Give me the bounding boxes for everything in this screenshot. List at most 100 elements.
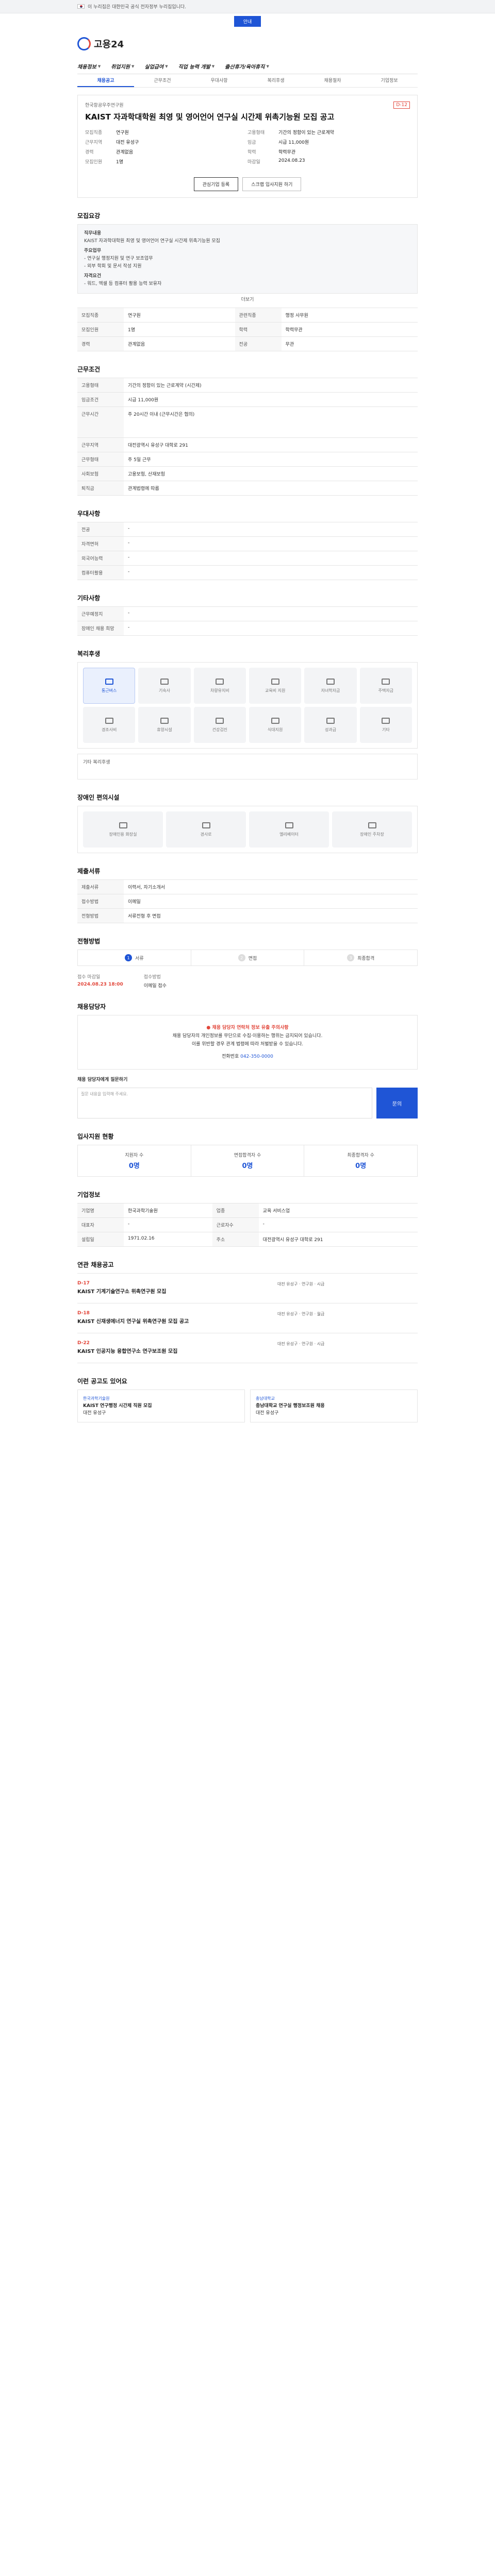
disability-item: 장애인 주차장 (332, 811, 412, 848)
section-title-recruit: 모집요강 (77, 212, 101, 219)
welfare-item: 휴양시설 (138, 707, 191, 743)
facility-icon (160, 678, 169, 685)
facility-icon (105, 678, 113, 685)
recruit-table: 모집직종 연구원 관련직종 행정 사무원 모집인원 1명 학력 학력무관 경력 관계없음 전공 무… (77, 308, 418, 351)
facility-icon (326, 717, 335, 724)
facility-icon (326, 678, 335, 685)
disability-item: 장애인용 화장실 (83, 811, 163, 848)
list-item[interactable]: D-17 KAIST 기계기술연구소 위촉연구원 모집 대전 유성구 · 연구원 … (77, 1273, 418, 1303)
welfare-item: 기숙사 (138, 668, 191, 704)
facility-icon (271, 717, 279, 724)
gnb-item-support[interactable]: 취업지원 ▼ (111, 62, 134, 71)
recruit-description: 직무내용 KAIST 자과학대학원 최영 및 영어언어 연구실 시간제 위촉기능… (77, 224, 418, 294)
job-summary-card: 한국항공우주연구원 D-12 KAIST 자과학대학원 최영 및 영어언어 연구… (77, 95, 418, 198)
welfare-item: 주택자금 (359, 668, 412, 704)
tab-recruit[interactable]: 채용공고 (77, 74, 134, 87)
deadline-info: 접수 마감일 2024.08.23 18:00 접수방법 이메일 접수 (77, 975, 167, 989)
section-title-other: 기타사항 (77, 595, 101, 602)
related-list: D-17 KAIST 기계기술연구소 위촉연구원 모집 대전 유성구 · 연구원 … (77, 1273, 418, 1363)
welfare-item: 건강검진 (193, 707, 246, 743)
tab-welfare[interactable]: 복리후생 (248, 74, 304, 87)
dday-badge: D-12 (393, 101, 410, 109)
process-steps: 1 서류 2 면접 3 최종합격 (77, 950, 418, 966)
facility-icon (216, 717, 224, 724)
facility-icon (271, 678, 279, 685)
welfare-grid: 통근버스 기숙사 차량유지비 교육비 지원 자녀학자금 주택자금경조사비 휴양시설 건강검진 식… (77, 662, 418, 749)
conditions-table: 고용형태 기간의 정함이 있는 근로계약 (시간제) 임금조건 시급 11,000원… (77, 378, 418, 496)
welfare-item: 성과급 (304, 707, 357, 743)
more-button[interactable]: 더보기 (77, 296, 418, 302)
recommend-card[interactable]: 충남대학교 충남대학교 연구실 행정보조원 채용 대전 유성구 (250, 1389, 418, 1422)
welfare-item: 통근버스 (83, 668, 136, 704)
gnb-item-training[interactable]: 직업 능력 개발 ▼ (178, 62, 215, 71)
welfare-item: 교육비 지원 (249, 668, 302, 704)
gnb-item-jobs[interactable]: 채용정보 ▼ (77, 62, 101, 71)
chevron-down-icon: ▼ (165, 64, 168, 69)
section-title-preferences: 우대사항 (77, 510, 101, 517)
section-title-related: 연관 채용공고 (77, 1261, 114, 1268)
welfare-item: 식대지원 (249, 707, 302, 743)
section-title-conditions: 근무조건 (77, 366, 101, 373)
welfare-item: 자녀학자금 (304, 668, 357, 704)
step-final: 3 최종합격 (304, 950, 417, 965)
deadline-value: 2024.08.23 18:00 (77, 982, 123, 987)
company-name[interactable]: 한국항공우주연구원 (85, 101, 410, 108)
logo-text: 고용24 (94, 39, 124, 50)
tab-preferences[interactable]: 우대사항 (191, 74, 248, 87)
scrap-apply-button[interactable]: 스크랩 입사지원 하기 (242, 177, 302, 191)
site-header: 고용24 채용정보 ▼ 취업지원 ▼ 실업급여 ▼ 직업 능력 개발 ▼ 출산휴가/육아… (0, 29, 495, 74)
chevron-down-icon: ▼ (266, 64, 269, 69)
logo[interactable]: 고용24 (77, 29, 418, 59)
tab-company[interactable]: 기업정보 (361, 74, 418, 87)
tab-conditions[interactable]: 근무조건 (134, 74, 191, 87)
main-content: 채용공고 근무조건 우대사항 복리후생 채용절차 기업정보 한국항공우주연구원 … (0, 74, 495, 1443)
logo-mark-icon (77, 37, 91, 50)
submit-table: 제출서류 이력서, 자기소개서 접수방법 이메일 전형방법 서류전형 후 면접 (77, 879, 418, 923)
gnb-item-leave[interactable]: 출산휴가/육아휴직 ▼ (225, 62, 269, 71)
facility-icon (285, 822, 293, 828)
top-pill-button[interactable]: 안내 (234, 15, 261, 27)
facility-icon (216, 678, 224, 685)
company-table: 기업명 한국과학기술원 업종 교육 서비스업 대표자 - 근로자수 - 설립일 1971.02… (77, 1203, 418, 1247)
chevron-down-icon: ▼ (97, 64, 101, 69)
applicant-stats: 지원자 수 0명 면접합격자 수 0명 최종합격자 수 0명 (77, 1145, 418, 1177)
list-item[interactable]: D-22 KAIST 인공지능 융합연구소 연구보조원 모집 대전 유성구 · 연… (77, 1333, 418, 1363)
step-documents: 1 서류 (78, 950, 191, 965)
korea-flag-icon (77, 4, 85, 9)
section-title-recommend: 이런 공고도 있어요 (77, 1378, 127, 1385)
chevron-down-icon: ▼ (211, 64, 215, 69)
preferences-table: 전공 - 자격면허 - 외국어능력 - 컴퓨터활용 - (77, 522, 418, 580)
disability-item: 엘리베이터 (249, 811, 329, 848)
facility-icon (160, 717, 169, 724)
gnb-item-benefit[interactable]: 실업급여 ▼ (144, 62, 168, 71)
section-title-submit: 제출서류 (77, 868, 101, 875)
privacy-notice: ● 채용 담당자 연락처 정보 유출 주의사항 채용 담당자의 개인정보를 무단… (77, 1015, 418, 1070)
section-title-inquiry: 채용담당자 (77, 1003, 106, 1010)
facility-icon (382, 717, 390, 724)
list-item[interactable]: D-18 KAIST 신재생에너지 연구실 위촉연구원 모집 공고 대전 유성구 … (77, 1303, 418, 1333)
inquiry-textarea[interactable]: 질문 내용을 입력해 주세요. (77, 1088, 372, 1118)
welfare-item: 경조사비 (83, 707, 136, 743)
phone-number[interactable]: 042-350-0000 (240, 1054, 273, 1059)
facility-icon (202, 822, 210, 828)
welfare-note: 기타 복리후생 (77, 754, 418, 779)
section-title-process: 전형방법 (77, 938, 101, 945)
interest-company-button[interactable]: 관심기업 등록 (193, 177, 239, 191)
section-title-welfare: 복리후생 (77, 650, 101, 657)
summary-buttons: 관심기업 등록 스크랩 입사지원 하기 (85, 177, 410, 191)
global-nav: 채용정보 ▼ 취업지원 ▼ 실업급여 ▼ 직업 능력 개발 ▼ 출산휴가/육아휴직 ▼ (77, 59, 418, 74)
section-title-stats: 입사지원 현황 (77, 1133, 114, 1140)
facility-icon (382, 678, 390, 685)
disability-item: 경사로 (166, 811, 246, 848)
section-title-company: 기업정보 (77, 1191, 101, 1198)
tab-process[interactable]: 채용절차 (304, 74, 361, 87)
recommend-grid: 한국과학기술원 KAIST 연구행정 시간제 직원 모집 대전 유성구 충남대학… (77, 1389, 418, 1422)
welfare-item: 차량유지비 (193, 668, 246, 704)
recommend-card[interactable]: 한국과학기술원 KAIST 연구행정 시간제 직원 모집 대전 유성구 (77, 1389, 245, 1422)
inquiry-form: 질문 내용을 입력해 주세요. 문의 (77, 1088, 418, 1118)
inquiry-submit-button[interactable]: 문의 (376, 1088, 418, 1118)
disability-grid: 장애인용 화장실 경사로 엘리베이터 장애인 주차장 (77, 806, 418, 853)
government-banner: 이 누리집은 대한민국 공식 전자정부 누리집입니다. (0, 0, 495, 13)
step-interview: 2 면접 (191, 950, 305, 965)
top-band: 안내 (0, 13, 495, 29)
